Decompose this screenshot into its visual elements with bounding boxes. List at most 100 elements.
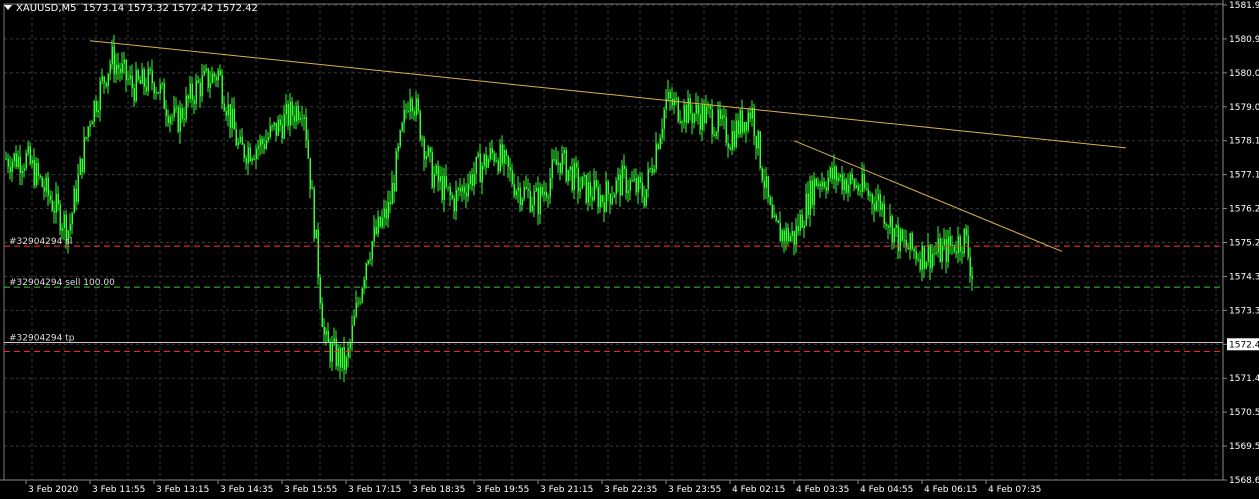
candle-body: [95, 101, 97, 113]
candle-body: [547, 196, 549, 198]
candle-body: [411, 98, 413, 112]
price-tick-label: 1581.90: [1229, 1, 1259, 11]
candle-body: [803, 225, 805, 229]
candle-body: [825, 187, 827, 191]
candle-body: [345, 357, 347, 370]
candle-body: [509, 167, 511, 171]
candle-body: [131, 75, 133, 89]
candle-body: [971, 275, 973, 279]
candle-body: [57, 193, 59, 205]
candle-body: [553, 159, 555, 161]
candle-body: [671, 98, 673, 106]
candle-body: [99, 81, 101, 111]
candle-body: [913, 248, 915, 252]
candle-body: [327, 331, 329, 343]
candle-body: [375, 227, 377, 234]
candle-body: [347, 348, 349, 358]
candle-body: [697, 104, 699, 115]
candle-body: [935, 252, 937, 254]
candle-body: [629, 180, 631, 191]
candle-body: [595, 180, 597, 188]
candle-body: [461, 186, 463, 192]
candle-body: [947, 236, 949, 262]
candle-body: [81, 158, 83, 173]
candle-body: [173, 107, 175, 117]
candle-body: [175, 107, 177, 109]
candle-body: [651, 168, 653, 173]
candle-body: [139, 79, 141, 84]
candle-body: [455, 190, 457, 212]
candle-body: [297, 105, 299, 120]
price-tick-label: 1570.50: [1229, 408, 1259, 418]
collapse-triangle-icon[interactable]: [4, 5, 12, 10]
candle-body: [21, 170, 23, 174]
candle-body: [309, 157, 311, 190]
candle-body: [37, 162, 39, 176]
candle-body: [437, 165, 439, 182]
candle-body: [93, 101, 95, 123]
candle-body: [409, 98, 411, 112]
candle-body: [829, 167, 831, 178]
candle-body: [203, 70, 205, 76]
candle-body: [147, 68, 149, 92]
candle-body: [17, 156, 19, 168]
candle-body: [59, 204, 61, 231]
candle-body: [211, 73, 213, 84]
candle-body: [293, 115, 295, 122]
candle-body: [809, 180, 811, 216]
order-line-label: #32904294 tp: [9, 334, 75, 344]
candle-body: [285, 103, 287, 115]
price-chart[interactable]: #32904294 sl #32904294 sell 100.00 #329042…: [0, 0, 1259, 499]
candle-body: [659, 137, 661, 149]
candle-body: [475, 156, 477, 174]
candle-body: [417, 98, 419, 111]
candle-body: [473, 173, 475, 187]
candle-body: [485, 154, 487, 168]
candle-body: [695, 104, 697, 114]
candle-body: [51, 200, 53, 211]
candle-body: [649, 168, 651, 170]
candle-body: [663, 109, 665, 129]
candle-body: [491, 148, 493, 154]
candle-body: [33, 159, 35, 186]
candle-body: [909, 233, 911, 250]
candle-body: [109, 64, 111, 74]
candle-body: [943, 239, 945, 246]
candle-body: [479, 153, 481, 183]
candle-body: [91, 122, 93, 125]
candle-body: [955, 251, 957, 254]
candle-body: [791, 231, 793, 237]
candle-body: [621, 165, 623, 196]
candle-body: [531, 205, 533, 212]
candle-body: [127, 79, 129, 81]
price-axis: 1581.90 1580.95 1580.00 1579.05 1578.10 1577.…: [1222, 0, 1259, 486]
high-value: 1573.32: [127, 3, 169, 14]
candle-body: [709, 105, 711, 110]
candle-body: [231, 108, 233, 128]
candle-body: [819, 183, 821, 187]
price-tick-label: 1569.55: [1229, 442, 1259, 452]
candle-body: [865, 188, 867, 190]
candle-body: [735, 120, 737, 148]
candle-body: [767, 176, 769, 198]
candle-body: [567, 169, 569, 182]
candle-body: [413, 111, 415, 116]
candle-body: [869, 194, 871, 196]
candle-body: [593, 180, 595, 201]
candle-body: [571, 166, 573, 191]
time-tick-label: 3 Feb 15:55: [284, 485, 337, 495]
time-tick-label: 4 Feb 06:15: [924, 485, 977, 495]
candle-body: [891, 216, 893, 243]
time-tick-label: 3 Feb 2020: [28, 485, 79, 495]
candle-body: [403, 110, 405, 124]
candle-body: [487, 159, 489, 168]
time-tick-label: 4 Feb 07:35: [988, 485, 1041, 495]
candle-body: [399, 130, 401, 147]
candle-body: [241, 136, 243, 145]
candle-body: [641, 182, 643, 197]
time-tick-label: 3 Feb 11:55: [92, 485, 145, 495]
candle-body: [459, 188, 461, 192]
candle-body: [881, 203, 883, 211]
candle-body: [341, 347, 343, 368]
candle-body: [737, 120, 739, 135]
